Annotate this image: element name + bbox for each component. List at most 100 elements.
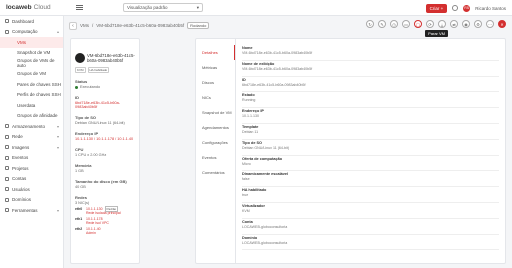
tab-item[interactable]: Detalhes <box>196 45 235 60</box>
sidebar-item-label: Perfis de chaves SSH <box>17 92 61 98</box>
field-value-text: 10.1.1.130 / 10.1.1.178 / 10.1.1.40 <box>75 137 134 141</box>
sidebar-item[interactable]: Dashboard <box>0 16 63 27</box>
sidebar-item[interactable]: Imagens ▾ <box>0 142 63 153</box>
tab-item[interactable]: NICs <box>196 90 235 105</box>
sidebar-item[interactable]: Ferramentas ▾ <box>0 205 63 216</box>
sidebar-item[interactable]: Grupos de afinidade <box>0 111 63 122</box>
field-value[interactable]: 6bd718e-e63b-41c5-b60a-0983ab40b5f <box>75 101 135 109</box>
nic-name: eth2 <box>75 227 83 231</box>
sidebar-item[interactable]: Rede ▾ <box>0 132 63 143</box>
logo-cloud: Cloud <box>33 4 51 11</box>
nic-network[interactable]: Admin <box>86 231 101 235</box>
field-value: Executando <box>75 85 135 89</box>
migrate-icon[interactable]: ⇄ <box>450 20 458 28</box>
sidebar-item-label: Usuários <box>12 186 30 192</box>
detail-row: Conta LOCAWEB-globoconsultoria <box>242 219 499 235</box>
refresh-icon[interactable]: ↻ <box>366 20 374 28</box>
logo[interactable]: locaweb Cloud <box>0 4 66 11</box>
os-logo-icon <box>75 53 85 63</box>
sidebar-item[interactable]: Perfis de chaves SSH <box>0 90 63 101</box>
settings-icon[interactable]: ⚙ <box>474 20 482 28</box>
chevron-icon: ▾ <box>56 123 59 129</box>
user-name[interactable]: Ricardo Santos <box>475 6 506 11</box>
detail-value: false <box>242 177 250 182</box>
detail-value: VM-6bd718e-e63b-41c5-b60a-0983ab40b5f <box>242 51 313 55</box>
nic-name: eth0 <box>75 207 83 211</box>
detail-label: HA habilitado <box>242 188 267 193</box>
field-label: Tamanho do disco (em GB) <box>75 179 127 184</box>
more-icon[interactable]: ⋯ <box>486 20 494 28</box>
sidebar-item[interactable]: Grupos de VMs de auto <box>0 58 63 69</box>
tab-item[interactable]: Comentários <box>196 165 235 180</box>
sidebar-item[interactable]: VMs <box>0 37 63 48</box>
attach-iso-icon[interactable]: ◉ <box>462 20 470 28</box>
tab-item[interactable]: Agendamentos <box>196 120 235 135</box>
project-select[interactable]: Visualização padrão ▾ <box>123 3 203 12</box>
sidebar-item-icon <box>5 197 9 202</box>
tab-item[interactable]: Métricas <box>196 60 235 75</box>
create-button[interactable]: Criar + <box>425 3 448 13</box>
tooltip: Parar VM <box>425 30 448 37</box>
sidebar-item[interactable]: Usuários <box>0 184 63 195</box>
sidebar-item-label: Snapshot de VM <box>17 50 51 56</box>
top-bar: locaweb Cloud Visualização padrão ▾ Cria… <box>0 0 512 16</box>
sidebar-item-icon <box>5 208 9 213</box>
sidebar-item-label: Contas <box>12 176 27 182</box>
sidebar-item[interactable]: Pares de chaves SSH <box>0 79 63 90</box>
detail-value: Debian 11 <box>242 129 259 134</box>
sidebar-item[interactable]: Armazenamento ▾ <box>0 121 63 132</box>
chevron-icon: ▴ <box>56 29 59 35</box>
back-arrow-icon[interactable]: ‹ <box>69 21 77 30</box>
detail-value: Debian GNU/Linux 11 (64-bit) <box>242 145 290 150</box>
chevron-icon: ▾ <box>56 207 59 213</box>
vm-summary-card: VM-6bd718e-e63b-41c5-b60a-0983ab40b5f KV… <box>70 38 140 264</box>
tab-item[interactable]: Discos <box>196 75 235 90</box>
sidebar-item-icon <box>5 124 9 129</box>
sidebar-item[interactable]: Eventos <box>0 153 63 164</box>
field-value: 1 CPU x 2.00 GHz <box>75 153 135 157</box>
detail-row: Domínio LOCAWEB-globoconsultoria <box>242 235 499 251</box>
networks-label: Redes <box>75 195 88 200</box>
reboot-icon[interactable]: ⟳ <box>426 20 434 28</box>
sidebar-item-label: Grupos de afinidade <box>17 113 58 119</box>
vm-tags: KVM HA habilitado <box>75 67 135 73</box>
detail-row: Estado Running <box>242 92 499 109</box>
nic-info: 10.1.1.178 Rede Isol VPC <box>86 217 109 225</box>
detail-label: Domínio <box>242 235 258 240</box>
nic-network[interactable]: Rede Isolada principal <box>86 211 121 215</box>
console-icon[interactable]: ▭ <box>402 20 410 28</box>
sidebar-item-label: Domínios <box>12 197 32 203</box>
tab-item[interactable]: Configurações <box>196 135 235 150</box>
sidebar-item[interactable]: Domínios <box>0 195 63 206</box>
delete-icon[interactable]: ✕ <box>498 20 506 28</box>
sidebar-item[interactable]: Contas <box>0 174 63 185</box>
detail-label: Nome <box>242 46 253 50</box>
snapshot-icon[interactable]: ◷ <box>390 20 398 28</box>
reinstall-icon[interactable]: ⤓ <box>438 20 446 28</box>
sidebar-item[interactable]: Snapshot de VM <box>0 48 63 59</box>
sidebar-item[interactable]: Grupos de VM <box>0 69 63 80</box>
app-root: locaweb Cloud Visualização padrão ▾ Cria… <box>0 0 512 268</box>
field-value[interactable]: 10.1.1.130 / 10.1.1.178 / 10.1.1.40 <box>75 137 135 141</box>
tab-item[interactable]: Snapshot de VM <box>196 105 235 120</box>
detail-value: 10.1.1.130 <box>242 114 259 119</box>
sidebar-item[interactable]: Computação ▴ <box>0 27 63 38</box>
stop-vm-icon[interactable]: ◯ <box>414 20 422 28</box>
field-value: 40 GB <box>75 185 135 189</box>
bell-icon[interactable] <box>452 5 459 11</box>
nic-network[interactable]: Rede Isol VPC <box>86 221 109 225</box>
menu-toggle-icon[interactable] <box>76 5 83 10</box>
sidebar-item-label: Eventos <box>12 155 29 161</box>
sidebar-item-icon <box>5 155 9 160</box>
detail-row: HA habilitado true <box>242 187 499 203</box>
detail-row: Virtualizador KVM <box>242 203 499 219</box>
avatar[interactable]: RS <box>463 4 471 12</box>
chevron-icon: ▾ <box>56 134 59 140</box>
tab-item[interactable]: Eventos <box>196 150 235 165</box>
sidebar-item[interactable]: Projetos <box>0 163 63 174</box>
sidebar-item-label: Rede <box>12 134 23 140</box>
edit-icon[interactable]: ✎ <box>378 20 386 28</box>
sidebar-item[interactable]: Userdata <box>0 100 63 111</box>
breadcrumb-root[interactable]: VMs <box>80 23 89 28</box>
field-label: Memória <box>75 163 92 168</box>
